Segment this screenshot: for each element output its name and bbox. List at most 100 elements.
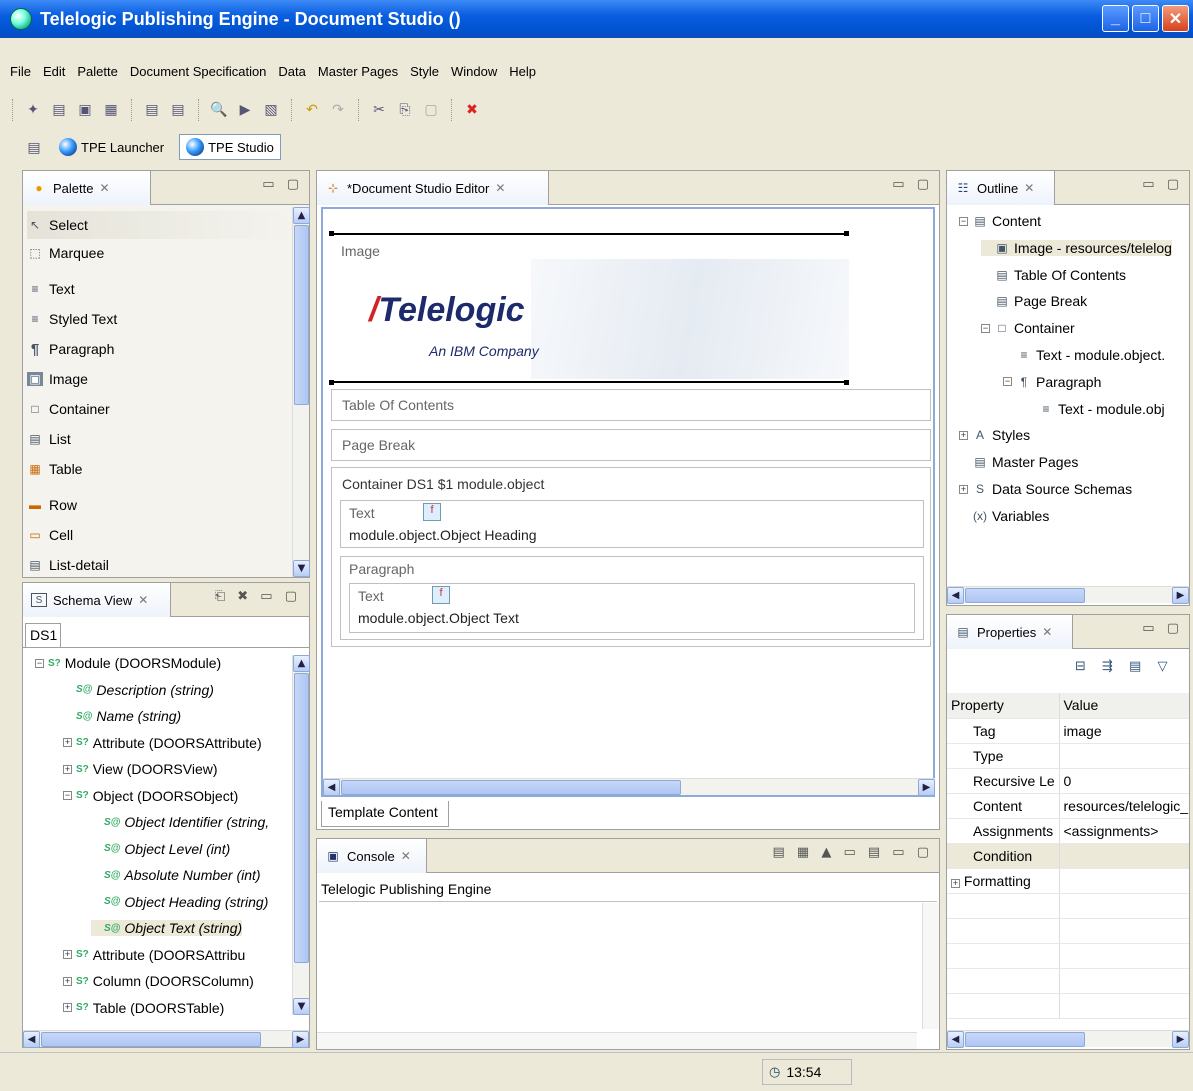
perspective-tpe-studio[interactable]: TPE Studio [179,134,281,160]
open-spec-icon[interactable]: ▤ [168,100,188,120]
outline-tree-item[interactable]: + S Data Source Schemas [959,481,1132,497]
schema-tree-item[interactable]: S@ Object Identifier (string, [91,814,269,830]
paste-icon[interactable]: ▢ [421,100,441,120]
page-break-element[interactable]: Page Break [331,429,931,461]
min-max-icons[interactable]: ▭ ▢ [1142,621,1183,636]
copy-icon[interactable]: ⎘ [395,100,415,120]
palette-styled-text[interactable]: ≡ Styled Text [27,305,117,333]
schema-tree-item[interactable]: S@ Absolute Number (int) [91,867,261,883]
toc-element[interactable]: Table Of Contents [331,389,931,421]
paragraph-element[interactable]: Paragraph Text f module.object.Object Te… [340,556,924,640]
property-row[interactable]: Tag image [947,718,1189,744]
property-row[interactable]: + Formatting [947,868,1189,894]
editor-scrollbar-h[interactable]: ◀ ▶ [323,778,935,796]
menu-edit[interactable]: Edit [37,64,71,79]
cut-icon[interactable]: ✂ [369,100,389,120]
palette-text[interactable]: ≡ Text [27,275,74,303]
outline-tree-item[interactable]: − □ Container [981,320,1075,336]
close-tab-icon[interactable]: ✕ [138,593,148,607]
palette-cell[interactable]: ▭ Cell [27,521,73,549]
text-element[interactable]: Text f module.object.Object Heading [340,500,924,548]
delete-icon[interactable]: ✖ [462,100,482,120]
schema-tree-item[interactable]: + S? Table (DOORSTable) [63,1000,224,1016]
close-button[interactable]: ✕ [1162,5,1189,32]
palette-list[interactable]: ▤ List [27,425,70,453]
outline-tree-item[interactable]: − ▤ Content [959,213,1041,229]
tab-console[interactable]: ▣ Console ✕ [317,839,427,873]
tab-properties[interactable]: ▤ Properties ✕ [947,615,1073,649]
outline-tree-item[interactable]: ▤ Table Of Contents [981,267,1126,283]
tab-schema-view[interactable]: S Schema View ✕ [23,583,171,617]
schema-tree-item[interactable]: + S? Column (DOORSColumn) [63,973,254,989]
paragraph-text-element[interactable]: Text f module.object.Object Text [349,583,915,633]
tab-palette[interactable]: ● Palette ✕ [23,171,151,205]
properties-scrollbar-h[interactable]: ◀ ▶ [947,1030,1189,1048]
schema-tree-item[interactable]: S@ Description (string) [63,682,214,698]
menu-help[interactable]: Help [503,64,542,79]
schema-source-tab[interactable]: DS1 [25,623,61,647]
container-element[interactable]: Container DS1 $1 module.object Text f mo… [331,467,931,647]
menu-style[interactable]: Style [404,64,445,79]
export-icon[interactable]: ▶ [235,100,255,120]
schema-tree-item[interactable]: + S? Attribute (DOORSAttribute) [63,735,262,751]
property-row[interactable]: Condition [947,843,1189,869]
new-icon[interactable]: ✦ [23,100,43,120]
palette-list-detail[interactable]: ▤ List-detail [27,551,109,579]
palette-row[interactable]: ▬ Row [27,491,77,519]
outline-tree-item[interactable]: + A Styles [959,427,1030,443]
outline-tree-item[interactable]: ▤ Master Pages [959,454,1078,470]
menu-data[interactable]: Data [272,64,311,79]
property-row[interactable]: Type [947,743,1189,769]
publish-icon[interactable]: ▧ [261,100,281,120]
close-tab-icon[interactable]: ✕ [401,849,411,863]
schema-tree-item[interactable]: + S? Attribute (DOORSAttribu [63,947,245,963]
outline-scrollbar-h[interactable]: ◀ ▶ [947,586,1189,604]
properties-toolbar[interactable]: ⊟ ⇶ ▤ ▽ [1075,659,1173,674]
schema-toolbar-icons[interactable]: ⎗ ✖ ▭ ▢ [215,589,301,604]
image-element[interactable]: Image /Telelogic An IBM Company [331,233,849,383]
min-max-icons[interactable]: ▭ ▢ [1142,177,1183,192]
property-row[interactable]: Recursive Le 0 [947,768,1189,794]
schema-tree-item[interactable]: S@ Object Level (int) [91,841,230,857]
tab-template-content[interactable]: Template Content [321,801,449,827]
outline-tree-item[interactable]: (x) Variables [959,508,1049,524]
close-tab-icon[interactable]: ✕ [1042,625,1052,639]
redo-icon[interactable]: ↷ [328,100,348,120]
schema-tree-item[interactable]: − S? Object (DOORSObject) [63,788,238,804]
schema-tree-item[interactable]: S@ Object Heading (string) [91,894,268,910]
menu-palette[interactable]: Palette [71,64,123,79]
open-icon[interactable]: ▤ [49,100,69,120]
new-spec-icon[interactable]: ▤ [142,100,162,120]
tab-outline[interactable]: ☷ Outline ✕ [947,171,1055,205]
save-icon[interactable]: ▣ [75,100,95,120]
outline-tree-item[interactable]: ≡ Text - module.obj [1025,401,1164,417]
palette-image[interactable]: ▣ Image [27,365,88,393]
outline-tree-item[interactable]: ≡ Text - module.object. [1003,347,1165,363]
console-scrollbar-v[interactable] [922,903,939,1029]
schema-tree-item[interactable]: S@ Name (string) [63,708,181,724]
palette-container[interactable]: □ Container [27,395,109,423]
search-icon[interactable]: 🔍 [209,100,229,120]
outline-tree-item[interactable]: − ¶ Paragraph [1003,374,1101,390]
menu-document-specification[interactable]: Document Specification [124,64,273,79]
menu-file[interactable]: File [4,64,37,79]
schema-tree-item[interactable]: − S? Module (DOORSModule) [35,655,221,671]
menu-window[interactable]: Window [445,64,503,79]
palette-marquee[interactable]: ⬚ Marquee [27,239,104,267]
close-tab-icon[interactable]: ✕ [1024,181,1034,195]
console-scrollbar-h[interactable] [317,1032,917,1049]
perspective-tpe-launcher[interactable]: TPE Launcher [52,134,171,160]
open-perspective-icon[interactable]: ▤ [24,137,44,157]
outline-tree-item[interactable]: ▤ Page Break [981,293,1087,309]
schema-tree-item[interactable]: + S? View (DOORSView) [63,761,218,777]
minimize-button[interactable]: _ [1102,5,1129,32]
property-row[interactable]: Content resources/telelogic_ [947,793,1189,819]
outline-tree-item[interactable]: ▣ Image - resources/telelog [981,239,1172,256]
min-max-icons[interactable]: ▭ ▢ [262,177,303,192]
min-max-icons[interactable]: ▭ ▢ [892,177,933,192]
palette-select[interactable]: ↖ Select [27,211,292,239]
save-all-icon[interactable]: ▦ [101,100,121,120]
console-toolbar-icons[interactable]: ▤ ▦ ▲ ▭ ▤ ▭ ▢ [773,845,934,860]
tab-document-studio-editor[interactable]: ⊹ *Document Studio Editor ✕ [317,171,549,205]
palette-table[interactable]: ▦ Table [27,455,82,483]
